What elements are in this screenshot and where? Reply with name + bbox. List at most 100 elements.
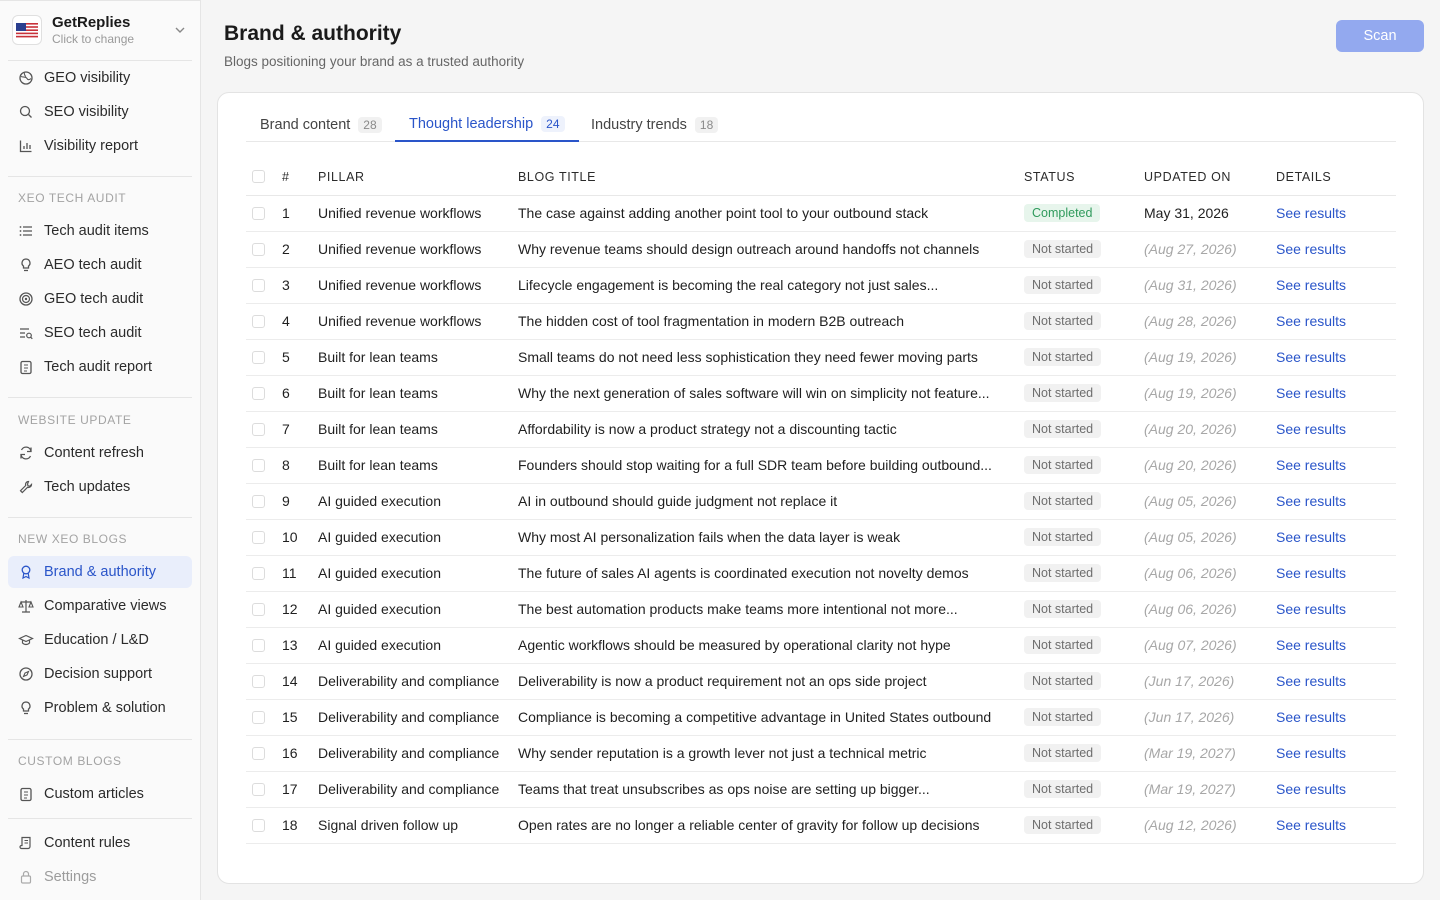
sidebar-item-settings[interactable]: Settings (8, 861, 192, 893)
sidebar-item-seo-visibility[interactable]: SEO visibility (8, 96, 192, 128)
sidebar-item-aeo-tech-audit[interactable]: AEO tech audit (8, 249, 192, 281)
see-results-link[interactable]: See results (1276, 205, 1346, 221)
row-blog-title: Why the next generation of sales softwar… (518, 375, 1024, 412)
row-number: 18 (282, 807, 318, 844)
see-results-link[interactable]: See results (1276, 781, 1346, 797)
row-updated-on: (Aug 06, 2026) (1144, 555, 1276, 592)
tab-brand-content[interactable]: Brand content 28 (246, 107, 396, 142)
column-header-number: # (282, 159, 318, 196)
see-results-link[interactable]: See results (1276, 637, 1346, 653)
sidebar-item-education-ld[interactable]: Education / L&D (8, 624, 192, 656)
see-results-link[interactable]: See results (1276, 529, 1346, 545)
sidebar-item-tech-updates[interactable]: Tech updates (8, 471, 192, 503)
see-results-link[interactable]: See results (1276, 457, 1346, 473)
select-all-checkbox[interactable] (252, 170, 265, 184)
lightbulb-icon (21, 701, 31, 715)
sidebar-item-comparative-views[interactable]: Comparative views (8, 590, 192, 622)
row-status-cell: Not started (1024, 339, 1144, 376)
row-updated-on: (Aug 06, 2026) (1144, 591, 1276, 628)
row-checkbox[interactable] (252, 278, 265, 292)
see-results-link[interactable]: See results (1276, 385, 1346, 401)
row-updated-on: (Aug 19, 2026) (1144, 339, 1276, 376)
workspace-subtitle: Click to change (52, 31, 135, 46)
see-results-link[interactable]: See results (1276, 349, 1346, 365)
row-blog-title: Agentic workflows should be measured by … (518, 627, 1024, 664)
row-status-cell: Not started (1024, 555, 1144, 592)
row-checkbox[interactable] (252, 314, 265, 328)
row-pillar: Deliverability and compliance (318, 771, 518, 808)
row-checkbox[interactable] (252, 782, 265, 796)
sidebar-item-visibility-report[interactable]: Visibility report (8, 130, 192, 162)
blog-table-container[interactable]: # PILLAR BLOG TITLE STATUS UPDATED ON DE… (246, 159, 1396, 855)
row-details-cell: See results (1276, 591, 1396, 628)
row-status-cell: Not started (1024, 591, 1144, 628)
see-results-link[interactable]: See results (1276, 241, 1346, 257)
sidebar-item-geo-tech-audit[interactable]: GEO tech audit (8, 283, 192, 315)
row-checkbox[interactable] (252, 350, 265, 364)
column-header-updated-on: UPDATED ON (1144, 159, 1276, 196)
see-results-link[interactable]: See results (1276, 421, 1346, 437)
row-status-cell: Not started (1024, 807, 1144, 844)
see-results-link[interactable]: See results (1276, 493, 1346, 509)
column-header-status: STATUS (1024, 159, 1144, 196)
sidebar-item-brand-authority[interactable]: Brand & authority (8, 556, 192, 588)
see-results-link[interactable]: See results (1276, 313, 1346, 329)
row-checkbox[interactable] (252, 386, 265, 400)
row-updated-on: May 31, 2026 (1144, 195, 1276, 232)
row-checkbox[interactable] (252, 422, 265, 436)
see-results-link[interactable]: See results (1276, 601, 1346, 617)
row-checkbox[interactable] (252, 602, 265, 616)
row-select-cell (246, 447, 282, 484)
status-badge: Not started (1024, 636, 1102, 654)
table-row: 15 Deliverability and compliance Complianc… (246, 699, 1396, 736)
row-checkbox[interactable] (252, 458, 265, 472)
row-checkbox[interactable] (252, 566, 265, 580)
see-results-link[interactable]: See results (1276, 277, 1346, 293)
row-checkbox[interactable] (252, 530, 265, 544)
row-checkbox[interactable] (252, 638, 265, 652)
tab-bar: Brand content 28 Thought leadership 24 I… (246, 107, 1396, 142)
row-pillar: AI guided execution (318, 627, 518, 664)
sidebar-item-decision-support[interactable]: Decision support (8, 658, 192, 690)
see-results-link[interactable]: See results (1276, 745, 1346, 761)
see-results-link[interactable]: See results (1276, 565, 1346, 581)
see-results-link[interactable]: See results (1276, 817, 1346, 833)
row-checkbox[interactable] (252, 674, 265, 688)
sidebar-item-tech-audit-items[interactable]: Tech audit items (8, 215, 192, 247)
row-checkbox[interactable] (252, 494, 265, 508)
sidebar-item-label: AEO tech audit (44, 257, 142, 273)
tab-count: 28 (358, 116, 382, 133)
tab-industry-trends[interactable]: Industry trends 18 (577, 107, 732, 142)
row-number: 16 (282, 735, 318, 772)
row-checkbox[interactable] (252, 818, 265, 832)
sidebar-item-geo-visibility[interactable]: GEO visibility (8, 62, 192, 94)
row-status-cell: Not started (1024, 735, 1144, 772)
row-status-cell: Not started (1024, 411, 1144, 448)
workspace-switcher[interactable]: GetReplies Click to change (8, 7, 194, 53)
scan-button[interactable]: Scan (1336, 20, 1424, 52)
sidebar-item-tech-audit-report[interactable]: Tech audit report (8, 351, 192, 383)
search-icon (19, 105, 32, 118)
sidebar-item-problem-solution[interactable]: Problem & solution (8, 692, 192, 724)
section-label-xeo-tech-audit: XEO TECH AUDIT (18, 191, 127, 205)
row-checkbox[interactable] (252, 206, 265, 220)
sidebar-item-content-rules[interactable]: Content rules (8, 827, 192, 859)
sidebar-item-label: Visibility report (44, 138, 139, 154)
row-checkbox[interactable] (252, 746, 265, 760)
sidebar: GetReplies Click to change GEO visibilit… (0, 0, 201, 900)
see-results-link[interactable]: See results (1276, 709, 1346, 725)
status-badge: Not started (1024, 564, 1102, 582)
sidebar-item-label: Education / L&D (44, 632, 149, 648)
sidebar-item-seo-tech-audit[interactable]: SEO tech audit (8, 317, 192, 349)
see-results-link[interactable]: See results (1276, 673, 1346, 689)
row-status-cell: Not started (1024, 267, 1144, 304)
row-updated-on: (Aug 12, 2026) (1144, 807, 1276, 844)
sidebar-item-custom-articles[interactable]: Custom articles (8, 778, 192, 810)
row-checkbox[interactable] (252, 242, 265, 256)
tab-label: Brand content (260, 116, 351, 133)
row-pillar: Built for lean teams (318, 375, 518, 412)
row-pillar: Signal driven follow up (318, 807, 518, 844)
row-checkbox[interactable] (252, 710, 265, 724)
sidebar-item-content-refresh[interactable]: Content refresh (8, 437, 192, 469)
tab-thought-leadership[interactable]: Thought leadership 24 (395, 107, 579, 142)
